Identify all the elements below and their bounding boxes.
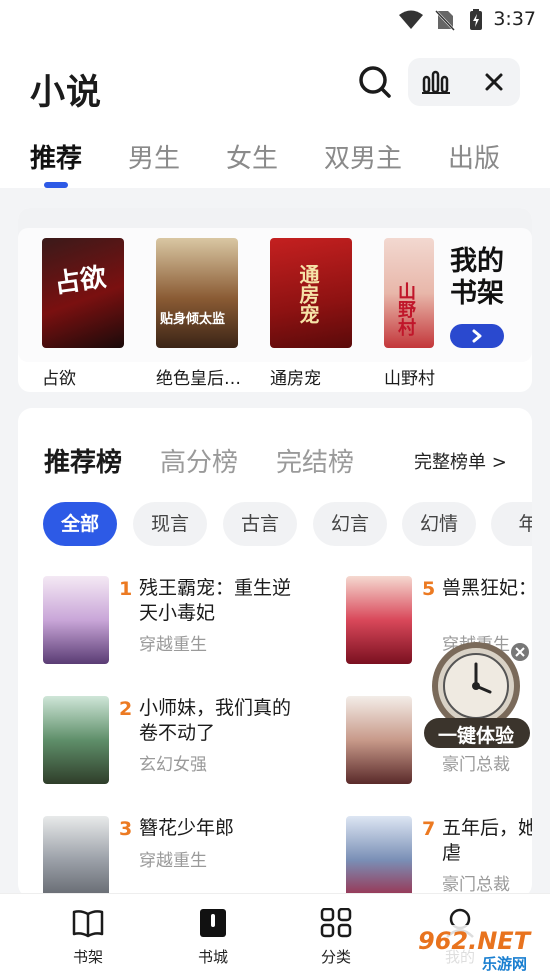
book-title: 兽黑狂妃：天宠 — [442, 577, 532, 599]
battery-charging-icon — [470, 9, 482, 30]
book-title: 小师妹，我们真的卷不动了 — [139, 697, 292, 744]
chip-ancient-romance[interactable]: 古言 — [223, 502, 297, 546]
book-cover — [43, 696, 109, 784]
book-title: 残王霸宠：重生逆天小毒妃 — [139, 577, 292, 624]
bookshelf-card: 占欲 占欲 贴身倾太监 绝色皇后… 通房宠 通房宠 山野村 山野村 我的书架 — [18, 208, 532, 392]
book-cover — [43, 816, 109, 898]
rank-number: 7 — [422, 818, 436, 840]
rank-number: 2 — [119, 698, 133, 720]
chip-more[interactable]: 年 — [491, 502, 532, 546]
book-title: 绝色皇后… — [156, 369, 241, 389]
rank-item[interactable]: 3 簪花少年郎 穿越重生 — [43, 816, 303, 898]
book-cover — [346, 816, 412, 898]
my-bookshelf-button[interactable] — [450, 324, 504, 348]
chevron-right-icon — [472, 329, 482, 343]
book-cover: 贴身倾太监 — [156, 238, 238, 348]
nav-categories[interactable]: 分类 — [306, 907, 366, 967]
book-category: 穿越重生 — [139, 635, 207, 655]
book-cover: 山野村 — [384, 238, 434, 348]
chip-fantasy-romance[interactable]: 幻言 — [313, 502, 387, 546]
rank-number: 3 — [119, 818, 133, 840]
tab-female[interactable]: 女生 — [226, 138, 278, 175]
my-bookshelf-entry[interactable]: 我的书架 — [450, 246, 528, 348]
active-tab-indicator — [44, 182, 68, 188]
book-category: 玄幻女强 — [139, 755, 207, 775]
book-title: 山野村 — [384, 369, 435, 389]
my-bookshelf-label: 我的书架 — [450, 246, 504, 309]
book-open-icon — [72, 910, 104, 938]
tab-high-score-rank[interactable]: 高分榜 — [160, 442, 238, 479]
page-title: 小说 — [30, 73, 103, 113]
chip-fantasy-love[interactable]: 幻情 — [402, 502, 476, 546]
rank-number: 5 — [422, 578, 436, 600]
rank-number: 1 — [119, 578, 133, 600]
close-icon[interactable] — [482, 70, 506, 94]
tab-recommend[interactable]: 推荐 — [30, 138, 82, 175]
wifi-icon — [399, 10, 423, 29]
rank-item[interactable]: 7 五年后，她个幼崽虐 豪门总裁 — [346, 816, 532, 898]
full-list-link[interactable]: 完整榜单 > — [414, 448, 507, 474]
quick-try-widget[interactable]: 一键体验 — [420, 640, 532, 752]
book-category: 穿越重生 — [139, 851, 207, 871]
stats-icon[interactable] — [422, 70, 450, 94]
tab-double-male[interactable]: 双男主 — [324, 138, 402, 175]
book-category: 豪门总裁 — [442, 755, 510, 775]
chip-modern-romance[interactable]: 现言 — [133, 502, 207, 546]
status-bar: 3:37 — [0, 0, 550, 38]
chip-all[interactable]: 全部 — [43, 502, 117, 546]
book-category: 豪门总裁 — [442, 875, 510, 895]
nav-bookshelf[interactable]: 书架 — [58, 908, 118, 967]
category-tabs: 推荐 男生 女生 双男主 出版 — [0, 138, 550, 188]
watermark-text: 962.NET — [418, 927, 531, 955]
tab-completed-rank[interactable]: 完结榜 — [276, 442, 354, 479]
tab-male[interactable]: 男生 — [128, 138, 180, 175]
book-title: 五年后，她个幼崽虐 — [442, 817, 532, 864]
book-cover: 通房宠 — [270, 238, 352, 348]
watermark-logo: 962.NET 乐游网 — [412, 925, 548, 973]
search-icon[interactable] — [356, 63, 394, 101]
app-header: 小说 推荐 男生 女生 双男主 出版 — [0, 38, 550, 188]
tab-recommend-rank[interactable]: 推荐榜 — [44, 442, 122, 479]
book-title: 簪花少年郎 — [139, 817, 235, 839]
rank-item[interactable]: 2 小师妹，我们真的卷不动了 玄幻女强 — [43, 696, 303, 792]
tab-published[interactable]: 出版 — [448, 138, 500, 175]
book-cover — [43, 576, 109, 664]
nav-bookstore[interactable]: 书城 — [183, 908, 243, 967]
book-cover — [346, 696, 412, 784]
bookstore-icon — [200, 909, 226, 937]
shelf-book[interactable]: 贴身倾太监 绝色皇后… — [156, 238, 241, 389]
shelf-book[interactable]: 通房宠 通房宠 — [270, 238, 352, 389]
book-cover: 占欲 — [42, 238, 124, 348]
quick-try-label: 一键体验 — [437, 725, 514, 747]
mini-program-capsule — [408, 58, 520, 106]
watermark-subtext: 乐游网 — [482, 955, 528, 973]
book-title: 通房宠 — [270, 369, 321, 389]
shelf-book[interactable]: 占欲 占欲 — [42, 238, 124, 389]
rank-item[interactable]: 1 残王霸宠：重生逆天小毒妃 穿越重生 — [43, 576, 303, 672]
no-sim-icon — [435, 10, 455, 31]
book-cover — [346, 576, 412, 664]
clock: 3:37 — [493, 8, 536, 30]
grid-icon — [320, 907, 352, 938]
book-title: 占欲 — [42, 369, 76, 389]
